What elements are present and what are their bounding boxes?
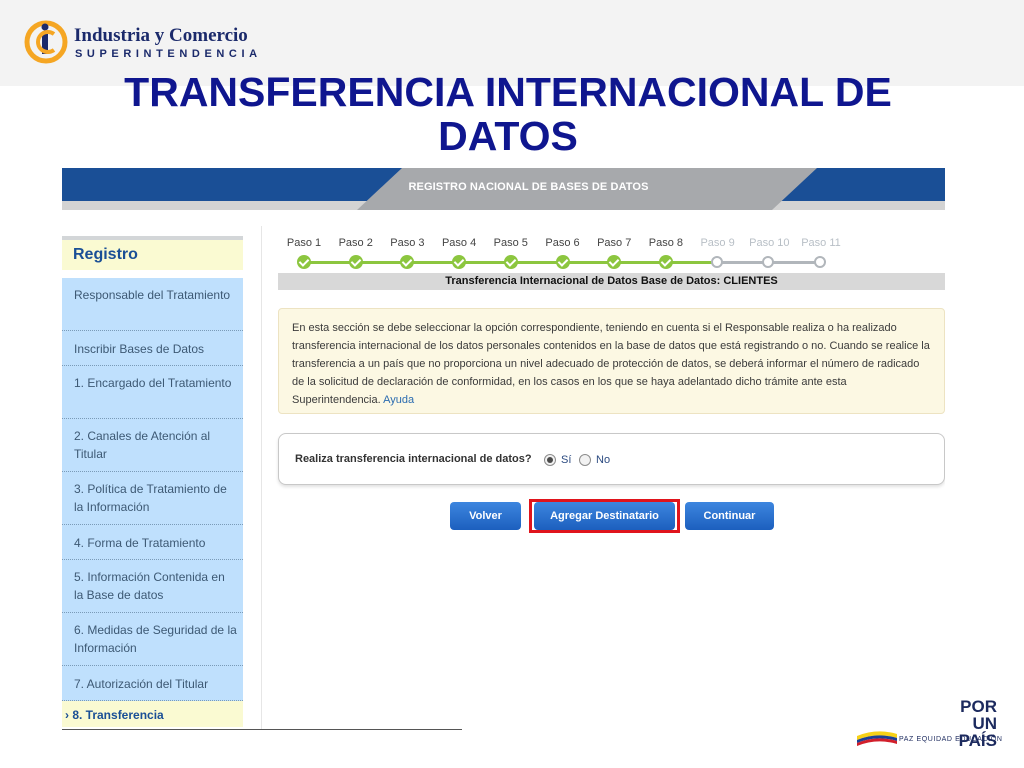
step-label: Paso 7 <box>597 237 632 249</box>
step-check-icon[interactable] <box>297 255 311 269</box>
sidebar: Registro Responsable del Tratamiento Ins… <box>62 236 243 727</box>
registry-banner: REGISTRO NACIONAL DE BASES DE DATOS <box>62 168 945 210</box>
radio-si[interactable] <box>544 454 556 466</box>
back-button[interactable]: Volver <box>450 502 521 530</box>
step-connector <box>510 261 563 264</box>
step-check-icon[interactable] <box>400 255 415 269</box>
continue-button[interactable]: Continuar <box>685 502 774 530</box>
banner-title: REGISTRO NACIONAL DE BASES DE DATOS <box>408 181 649 193</box>
sidebar-item-autorizacion[interactable]: 7. Autorización del Titular <box>62 666 243 701</box>
step-check-icon[interactable] <box>503 255 518 269</box>
sidebar-item-responsable[interactable]: Responsable del Tratamiento <box>62 278 243 331</box>
flag-icon <box>857 731 897 746</box>
step-label: Paso 2 <box>338 237 373 249</box>
sidebar-spacer <box>62 270 243 278</box>
radio-si-label[interactable]: Sí <box>561 454 571 466</box>
step-check-icon[interactable] <box>452 255 467 269</box>
step-check-icon[interactable] <box>348 255 363 269</box>
step-connector <box>665 261 718 264</box>
sic-logo-icon <box>24 20 68 64</box>
step-label: Paso 8 <box>648 237 684 249</box>
sidebar-item-informacion[interactable]: 5. Información Contenida en la Base de d… <box>62 560 243 613</box>
brand-tagline: PAZ EQUIDAD EDUCACIÓN <box>899 736 1003 743</box>
sidebar-item-politica[interactable]: 3. Política de Tratamiento de la Informa… <box>62 472 243 525</box>
footer-rule <box>62 729 462 730</box>
step-pending-icon[interactable] <box>814 256 826 268</box>
transfer-question: Realiza transferencia internacional de d… <box>295 453 532 465</box>
step-label: Paso 1 <box>286 237 322 249</box>
step-label: Paso 3 <box>390 237 425 249</box>
transfer-question-card: Realiza transferencia internacional de d… <box>278 433 945 485</box>
sidebar-item-encargado[interactable]: 1. Encargado del Tratamiento <box>62 366 243 419</box>
help-link[interactable]: Ayuda <box>383 394 414 406</box>
step-label: Paso 5 <box>493 237 528 249</box>
step-label: Paso 9 <box>700 237 735 249</box>
info-box: En esta sección se debe seleccionar la o… <box>278 308 945 414</box>
step-label: Paso 4 <box>441 237 477 249</box>
app-screenshot: REGISTRO NACIONAL DE BASES DE DATOS Regi… <box>62 168 945 730</box>
step-pending-icon[interactable] <box>710 256 723 268</box>
step-check-icon[interactable] <box>607 255 622 269</box>
sidebar-heading: Registro <box>62 236 243 270</box>
step-check-icon[interactable] <box>658 255 673 269</box>
footer-brand: POR UN PAÍS PAZ EQUIDAD EDUCACIÓN <box>855 698 1005 749</box>
logo-subtitle: SUPERINTENDENCIA <box>75 48 262 60</box>
step-label: Paso 6 <box>545 237 580 249</box>
sidebar-item-inscribir[interactable]: Inscribir Bases de Datos <box>62 331 243 366</box>
sidebar-item-forma[interactable]: 4. Forma de Tratamiento <box>62 525 243 560</box>
slide-title: TRANSFERENCIA INTERNACIONAL DE DATOS <box>124 69 892 159</box>
sidebar-divider <box>261 226 262 730</box>
form-section-title: Transferencia Internacional de Datos Bas… <box>278 273 945 290</box>
radio-no[interactable] <box>579 454 591 466</box>
radio-no-label[interactable]: No <box>596 454 610 466</box>
step-pending-icon[interactable] <box>762 256 775 268</box>
sidebar-item-canales[interactable]: 2. Canales de Atención al Titular <box>62 419 243 472</box>
step-label: Paso 10 <box>749 237 790 249</box>
logo-title: Industria y Comercio <box>74 25 248 46</box>
sidebar-item-transferencia[interactable]: › 8. Transferencia <box>62 701 243 727</box>
add-recipient-button[interactable]: Agregar Destinatario <box>534 502 675 530</box>
sidebar-item-seguridad[interactable]: 6. Medidas de Seguridad de la Informació… <box>62 613 243 666</box>
step-label: Paso 11 <box>801 237 841 249</box>
step-connector <box>304 261 356 264</box>
step-progress: Paso 1 Paso 2 Paso 3 Paso 4 Paso 5 Paso 6 Paso… <box>278 234 888 270</box>
step-check-icon[interactable] <box>555 255 570 269</box>
